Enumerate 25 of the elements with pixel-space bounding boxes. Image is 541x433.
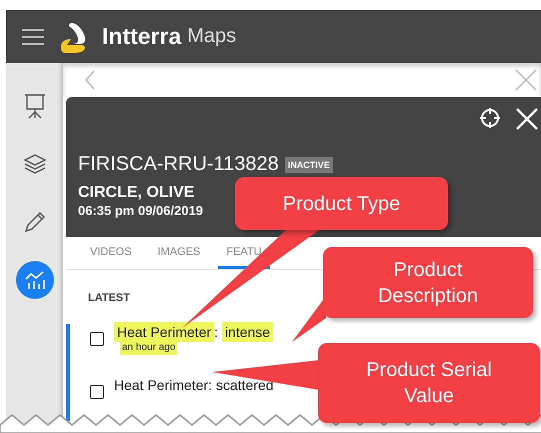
feature-time: an hour ago [120,340,178,355]
incident-time: 06:35 pm 09/06/2019 [78,203,204,218]
sidebar-button[interactable] [16,261,54,299]
brand-name: Intterra [102,23,182,50]
layers-icon [22,152,46,176]
status-badge: INACTIVE [284,156,333,172]
incident-name: CIRCLE, OLIVE [78,184,194,202]
checkbox[interactable] [90,332,104,346]
section-heading: LATEST [88,292,130,304]
pencil-icon [22,210,46,234]
product-name: Maps [187,25,236,48]
incident-title: FIRISCA-RRU-113828 [78,153,279,176]
callout: Product Description [323,247,533,318]
presentation-board-icon [22,93,46,119]
callout: Product Type [235,177,448,230]
callout: Product Serial Value [318,343,540,423]
tab[interactable]: VIDEOS [82,237,140,269]
tab[interactable]: IMAGES [150,237,208,269]
feature-title: Heat Perimeter : intense [114,324,274,340]
crosshair-icon[interactable] [479,107,501,129]
feature-title: Heat Perimeter: scattered [114,377,274,393]
chart-icon [24,270,46,290]
checkbox[interactable] [90,385,104,399]
menu-icon[interactable] [22,28,44,44]
logo-icon [58,20,88,52]
